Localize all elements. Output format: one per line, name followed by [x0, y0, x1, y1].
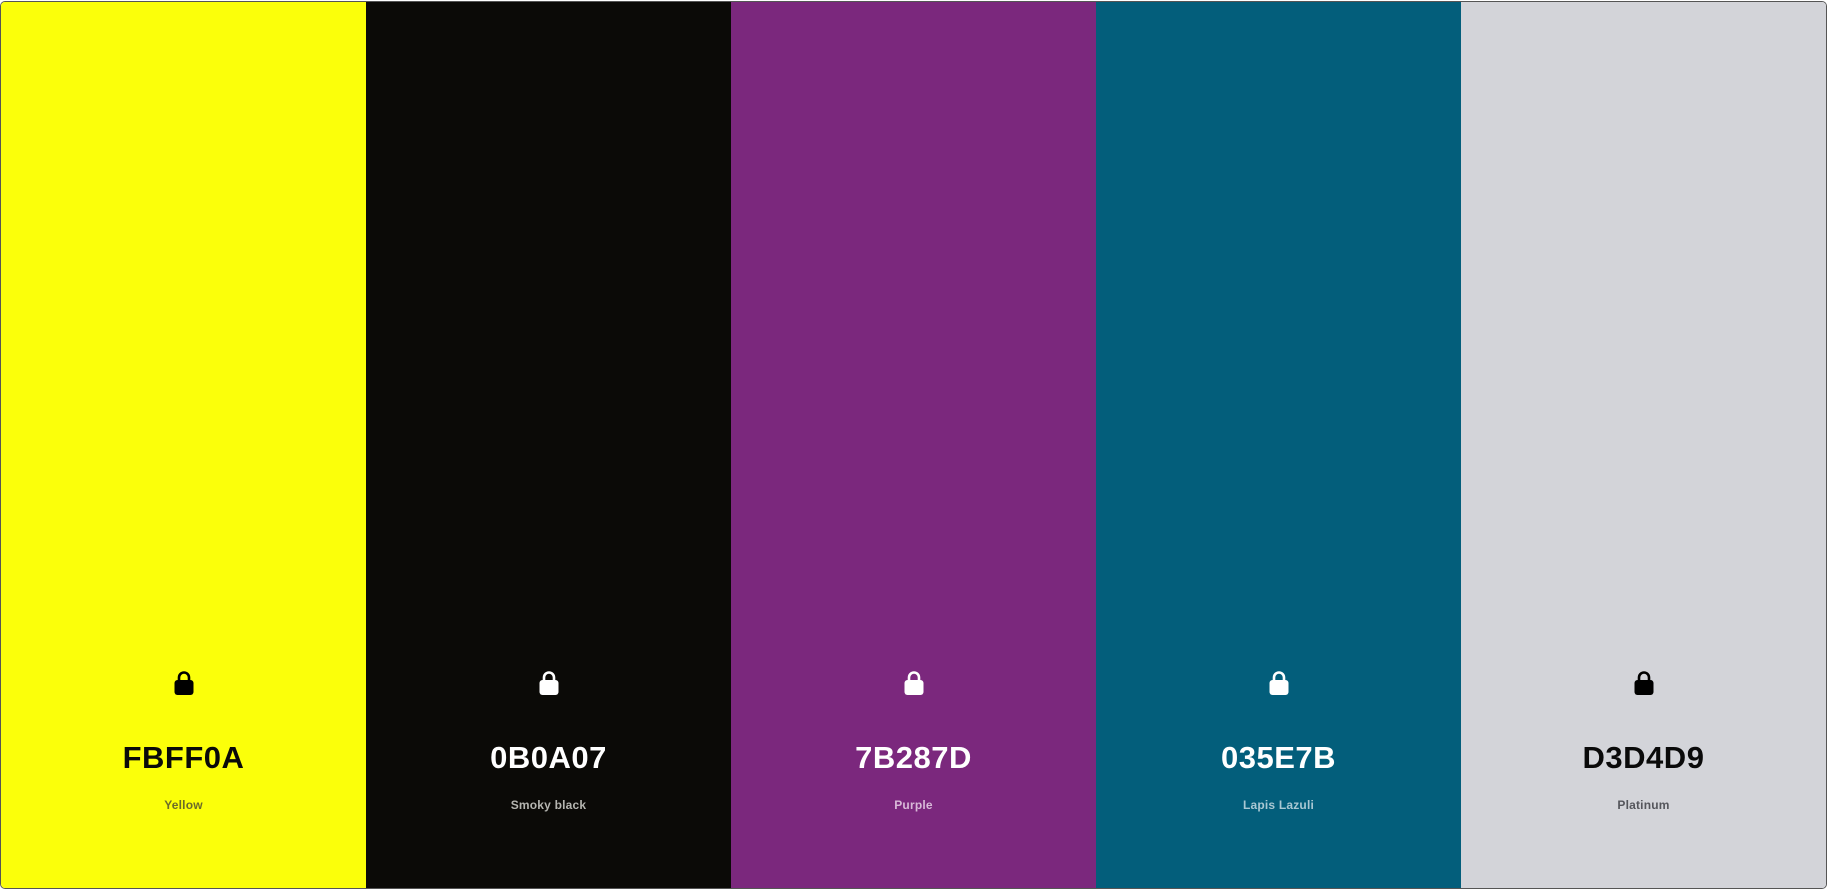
hex-code[interactable]: FBFF0A: [1, 740, 366, 776]
color-name: Platinum: [1617, 798, 1670, 812]
color-palette: FBFF0A Yellow 0B0A07 Smoky black 7B287D …: [1, 2, 1826, 888]
color-name: Lapis Lazuli: [1242, 798, 1315, 812]
lock-icon[interactable]: [1633, 670, 1655, 696]
lock-icon[interactable]: [173, 670, 195, 696]
color-name: Yellow: [164, 798, 203, 812]
color-swatch-lapis-lazuli[interactable]: 035E7B Lapis Lazuli: [1096, 2, 1461, 888]
lock-icon[interactable]: [903, 670, 925, 696]
color-swatch-platinum[interactable]: D3D4D9 Platinum: [1461, 2, 1826, 888]
color-swatch-purple[interactable]: 7B287D Purple: [731, 2, 1096, 888]
color-swatch-yellow[interactable]: FBFF0A Yellow: [1, 2, 366, 888]
hex-code[interactable]: 035E7B: [1096, 740, 1461, 776]
hex-code[interactable]: 0B0A07: [366, 740, 731, 776]
lock-icon[interactable]: [1268, 670, 1290, 696]
color-name: Smoky black: [510, 798, 587, 812]
hex-code[interactable]: D3D4D9: [1461, 740, 1826, 776]
color-swatch-smoky-black[interactable]: 0B0A07 Smoky black: [366, 2, 731, 888]
hex-code[interactable]: 7B287D: [731, 740, 1096, 776]
lock-icon[interactable]: [538, 670, 560, 696]
color-name: Purple: [894, 798, 933, 812]
